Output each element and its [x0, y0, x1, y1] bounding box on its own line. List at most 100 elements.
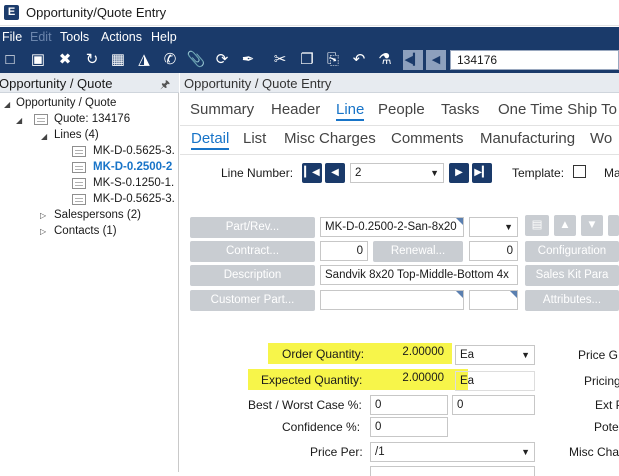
chevron-down-icon: ▼ — [504, 222, 513, 232]
paste-icon[interactable]: ⎘ — [323, 50, 343, 70]
confidence-field[interactable]: 0 — [370, 417, 448, 437]
subtab-list[interactable]: List — [243, 130, 266, 147]
menu-edit[interactable]: Edit — [30, 30, 52, 44]
description-button[interactable]: Description — [190, 265, 315, 286]
price-per-label: Price Per: — [310, 445, 363, 459]
renewal-field[interactable]: 0 — [469, 241, 518, 261]
next-line-icon[interactable]: ▶ — [449, 163, 469, 183]
chevron-down-icon: ▼ — [521, 447, 530, 457]
confidence-label: Confidence %: — [282, 420, 361, 434]
line-number-select[interactable]: 2 ▼ — [350, 163, 444, 183]
delete-icon[interactable]: ✖ — [55, 50, 75, 70]
part-field[interactable]: MK-D-0.2500-2-San-8x20 — [320, 217, 464, 237]
tab-header[interactable]: Header — [271, 101, 320, 118]
tree-node-line-4[interactable]: MK-D-0.5625-3. — [93, 193, 175, 205]
menu-tools[interactable]: Tools — [60, 30, 89, 44]
customer-part-button[interactable]: Customer Part... — [190, 290, 315, 311]
menu-help[interactable]: Help — [151, 30, 177, 44]
move-down-icon[interactable]: ▼ — [581, 215, 603, 236]
best-case-field[interactable]: 0 — [370, 395, 448, 415]
first-line-icon[interactable]: ▎◀ — [302, 163, 322, 183]
expected-uom-field: Ea — [455, 371, 535, 391]
template-checkbox[interactable] — [573, 165, 586, 178]
first-record-icon[interactable]: ◀▎ — [403, 50, 423, 70]
misc-charges-label: Misc Cha — [569, 445, 619, 459]
tab-summary[interactable]: Summary — [190, 101, 254, 118]
order-quantity-label: Order Quantity: — [282, 347, 365, 361]
tree-node-contacts[interactable]: Contacts (1) — [54, 225, 117, 237]
cut-icon[interactable]: ✂ — [270, 50, 290, 70]
tree-node-line-2[interactable]: MK-D-0.2500-2 — [93, 161, 172, 173]
copy-icon[interactable]: ❐ — [297, 50, 317, 70]
subtab-manufacturing[interactable]: Manufacturing — [480, 130, 575, 147]
contract-button[interactable]: Contract... — [190, 241, 315, 262]
truncated-label: Ma — [604, 166, 619, 180]
grid-icon[interactable]: ▦ — [108, 50, 128, 70]
collapse-icon[interactable]: ◢ — [41, 132, 47, 141]
refresh-icon[interactable]: ↻ — [82, 50, 102, 70]
customer-rev-field[interactable] — [469, 290, 518, 310]
open-folder-icon[interactable]: ◮ — [134, 50, 154, 70]
attributes-button[interactable]: Attributes... — [525, 290, 619, 311]
price-per-select[interactable]: /1 ▼ — [370, 442, 535, 462]
save-icon[interactable]: ▣ — [28, 50, 48, 70]
attachment-icon[interactable]: 📎 — [186, 50, 206, 70]
price-per-value: /1 — [375, 446, 385, 458]
collapse-icon[interactable]: ◢ — [4, 100, 10, 109]
pin-icon[interactable]: 🖈 — [160, 76, 170, 95]
sales-kit-params-button[interactable]: Sales Kit Para — [525, 265, 619, 286]
title-bar: E Opportunity/Quote Entry — [0, 0, 619, 26]
subtab-misc-charges[interactable]: Misc Charges — [284, 130, 376, 147]
revision-select[interactable]: ▼ — [469, 217, 518, 237]
document-icon — [72, 146, 86, 157]
tab-line[interactable]: Line — [336, 101, 365, 121]
tree-node-lines[interactable]: Lines (4) — [54, 129, 99, 141]
tree-panel: Opportunity / Quote 🖈 ◢ Opportunity / Qu… — [0, 73, 179, 472]
subtab-detail[interactable]: Detail — [191, 130, 230, 150]
menu-file[interactable]: File — [2, 30, 22, 44]
sales-kit-icon[interactable]: ▤ — [525, 215, 549, 236]
worst-case-field[interactable]: 0 — [452, 395, 535, 415]
tree-node-root[interactable]: Opportunity / Quote — [16, 97, 116, 109]
prev-record-icon[interactable]: ◀ — [426, 50, 446, 70]
subtab-wo[interactable]: Wo — [590, 130, 612, 147]
tab-people[interactable]: People — [378, 101, 425, 118]
order-uom-select[interactable]: Ea ▼ — [455, 345, 535, 365]
tree-node-quote[interactable]: Quote: 134176 — [54, 113, 130, 125]
tree-node-line-3[interactable]: MK-S-0.1250-1. — [93, 177, 174, 189]
ext-price-label: Ext P — [595, 398, 619, 412]
tab-one-time-ship-to[interactable]: One Time Ship To — [498, 101, 617, 118]
sync-icon[interactable]: ⟳ — [212, 50, 232, 70]
description-field[interactable]: Sandvik 8x20 Top-Middle-Bottom 4x — [320, 265, 518, 285]
collapse-icon[interactable]: ◢ — [16, 116, 22, 125]
document-icon — [34, 114, 48, 125]
prev-line-icon[interactable]: ◀ — [325, 163, 345, 183]
document-icon — [72, 178, 86, 189]
tree-node-salespersons[interactable]: Salespersons (2) — [54, 209, 141, 221]
expand-icon[interactable]: ▷ — [40, 211, 46, 220]
expected-quantity-field[interactable]: 2.00000 — [370, 372, 444, 390]
tree-node-line-1[interactable]: MK-D-0.5625-3. — [93, 145, 175, 157]
customer-part-field[interactable] — [320, 290, 464, 310]
template-label: Template: — [512, 166, 565, 180]
configuration-button[interactable]: Configuration — [525, 241, 619, 262]
toolbar-search-input[interactable]: 134176 — [450, 50, 619, 70]
menu-actions[interactable]: Actions — [101, 30, 142, 44]
expand-icon[interactable]: ▷ — [40, 227, 46, 236]
tab-tasks[interactable]: Tasks — [441, 101, 479, 118]
line-number-label: Line Number: — [221, 166, 294, 180]
broom-icon[interactable]: ✒ — [238, 50, 258, 70]
undo-icon[interactable]: ↶ — [349, 50, 369, 70]
new-icon[interactable]: □ — [0, 50, 20, 70]
last-line-icon[interactable]: ▶▎ — [472, 163, 492, 183]
part-rev-button[interactable]: Part/Rev... — [190, 217, 315, 238]
contract-field[interactable]: 0 — [320, 241, 368, 261]
search-people-icon[interactable]: ⚗ — [375, 50, 395, 70]
partial-field[interactable] — [370, 466, 535, 476]
renewal-button[interactable]: Renewal... — [373, 241, 463, 262]
order-quantity-field[interactable]: 2.00000 — [370, 346, 444, 364]
subtab-comments[interactable]: Comments — [391, 130, 464, 147]
move-up-icon[interactable]: ▲ — [554, 215, 576, 236]
more-icon[interactable] — [608, 215, 619, 236]
phone-icon[interactable]: ✆ — [160, 50, 180, 70]
